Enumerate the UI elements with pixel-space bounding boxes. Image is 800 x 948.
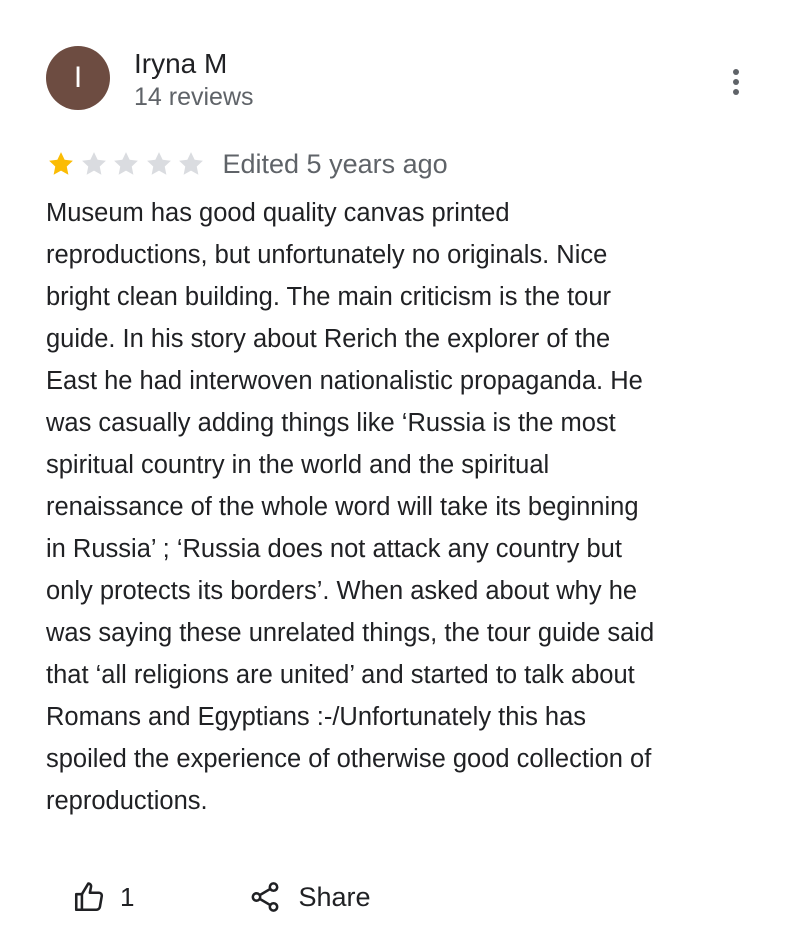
reviewer-review-count: 14 reviews: [134, 83, 254, 111]
star-empty-icon: [179, 152, 203, 175]
avatar[interactable]: I: [46, 46, 110, 110]
edited-timestamp: Edited 5 years ago: [222, 148, 448, 179]
star-empty-icon: [81, 152, 106, 175]
avatar-initial: I: [73, 61, 83, 94]
more-vert-icon-dot: [733, 79, 739, 85]
like-count: 1: [120, 881, 135, 912]
share-label: Share: [298, 881, 371, 912]
star-filled-icon: [49, 152, 73, 175]
more-options-button[interactable]: [718, 64, 754, 100]
review-text: Museum has good quality canvas printed r…: [46, 199, 655, 815]
star-empty-icon: [114, 152, 138, 175]
star-rating: [46, 149, 209, 179]
star-empty-icon: [146, 152, 171, 175]
thumb-up-icon: [74, 882, 104, 912]
more-vert-icon-dot: [733, 89, 739, 95]
reviewer-name[interactable]: Iryna M: [134, 48, 227, 80]
rating-row: Edited 5 years ago: [46, 146, 448, 182]
share-button[interactable]: Share: [248, 880, 371, 914]
share-icon: [252, 882, 279, 912]
more-vert-icon-dot: [733, 69, 739, 75]
review-actions: 1 Share: [72, 872, 371, 922]
like-button[interactable]: 1: [72, 880, 134, 914]
